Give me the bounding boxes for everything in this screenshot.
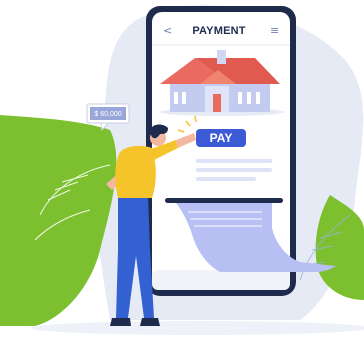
payment-illustration: < PAYMENT ≡ PAY $ 60,000 bbox=[0, 0, 364, 337]
phone-header-title: PAYMENT bbox=[192, 25, 245, 37]
back-icon[interactable]: < bbox=[163, 24, 172, 37]
pay-button[interactable]: PAY bbox=[196, 129, 246, 147]
pay-button-label: PAY bbox=[210, 131, 233, 145]
background-blob-green-left bbox=[0, 115, 117, 326]
ground-shadow bbox=[30, 321, 364, 335]
receipt-slot bbox=[165, 198, 283, 203]
menu-icon[interactable]: ≡ bbox=[270, 24, 279, 37]
price-bubble-text: $ 60,000 bbox=[94, 111, 121, 118]
